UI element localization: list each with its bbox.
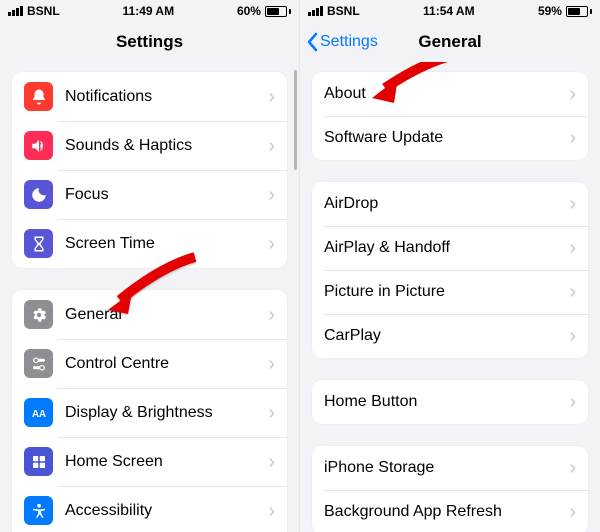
chevron-left-icon [306, 32, 318, 52]
row-airplay[interactable]: AirPlay & Handoff › [312, 226, 588, 270]
chevron-right-icon: › [569, 326, 576, 346]
hourglass-icon [24, 229, 53, 258]
chevron-right-icon: › [268, 305, 275, 325]
settings-group-2: General › Control Centre › AA Display & … [12, 290, 287, 532]
speaker-icon [24, 131, 53, 160]
settings-screen: BSNL 11:49 AM 60% Settings Notifications… [0, 0, 300, 532]
person-icon [24, 496, 53, 525]
row-background-refresh[interactable]: Background App Refresh › [312, 490, 588, 532]
carrier-label: BSNL [327, 4, 360, 18]
row-label: AirDrop [324, 195, 569, 213]
back-button[interactable]: Settings [306, 32, 378, 52]
chevron-right-icon: › [569, 392, 576, 412]
status-bar: BSNL 11:54 AM 59% [300, 0, 600, 22]
chevron-right-icon: › [268, 87, 275, 107]
settings-group-1: Notifications › Sounds & Haptics › Focus… [12, 72, 287, 268]
row-label: Focus [65, 186, 268, 204]
chevron-right-icon: › [268, 136, 275, 156]
row-label: Software Update [324, 129, 569, 147]
page-title: Settings [116, 32, 183, 52]
chevron-right-icon: › [268, 234, 275, 254]
row-label: Screen Time [65, 235, 268, 253]
svg-text:AA: AA [31, 408, 45, 419]
row-label: Control Centre [65, 355, 268, 373]
row-general[interactable]: General › [12, 290, 287, 339]
general-screen: BSNL 11:54 AM 59% Settings General About… [300, 0, 600, 532]
row-screentime[interactable]: Screen Time › [12, 219, 287, 268]
battery-pct-label: 59% [538, 4, 562, 18]
row-label: Sounds & Haptics [65, 137, 268, 155]
chevron-right-icon: › [569, 458, 576, 478]
row-label: General [65, 306, 268, 324]
row-airdrop[interactable]: AirDrop › [312, 182, 588, 226]
battery-pct-label: 60% [237, 4, 261, 18]
chevron-right-icon: › [268, 354, 275, 374]
status-bar: BSNL 11:49 AM 60% [0, 0, 299, 22]
chevron-right-icon: › [569, 282, 576, 302]
battery-icon [265, 6, 291, 17]
row-label: Display & Brightness [65, 404, 268, 422]
row-label: Home Button [324, 393, 569, 411]
row-label: AirPlay & Handoff [324, 239, 569, 257]
row-pip[interactable]: Picture in Picture › [312, 270, 588, 314]
navbar: Settings General [300, 22, 600, 62]
battery-icon [566, 6, 592, 17]
chevron-right-icon: › [268, 403, 275, 423]
scroll-indicator [294, 70, 297, 170]
row-label: Notifications [65, 88, 268, 106]
signal-icon [308, 6, 323, 16]
row-label: About [324, 85, 569, 103]
gear-icon [24, 300, 53, 329]
row-iphone-storage[interactable]: iPhone Storage › [312, 446, 588, 490]
row-label: CarPlay [324, 327, 569, 345]
settings-list[interactable]: Notifications › Sounds & Haptics › Focus… [0, 62, 299, 532]
row-display[interactable]: AA Display & Brightness › [12, 388, 287, 437]
row-label: Background App Refresh [324, 503, 569, 521]
chevron-right-icon: › [569, 84, 576, 104]
row-label: iPhone Storage [324, 459, 569, 477]
clock-label: 11:49 AM [123, 4, 175, 18]
grid-icon [24, 447, 53, 476]
row-carplay[interactable]: CarPlay › [312, 314, 588, 358]
general-group-1: About › Software Update › [312, 72, 588, 160]
moon-icon [24, 180, 53, 209]
row-home-screen[interactable]: Home Screen › [12, 437, 287, 486]
row-focus[interactable]: Focus › [12, 170, 287, 219]
aa-icon: AA [24, 398, 53, 427]
row-label: Home Screen [65, 453, 268, 471]
chevron-right-icon: › [268, 501, 275, 521]
row-label: Accessibility [65, 502, 268, 520]
carrier-label: BSNL [27, 4, 60, 18]
row-about[interactable]: About › [312, 72, 588, 116]
row-accessibility[interactable]: Accessibility › [12, 486, 287, 532]
general-group-2: AirDrop › AirPlay & Handoff › Picture in… [312, 182, 588, 358]
general-group-4: iPhone Storage › Background App Refresh … [312, 446, 588, 532]
chevron-right-icon: › [569, 194, 576, 214]
clock-label: 11:54 AM [423, 4, 475, 18]
row-notifications[interactable]: Notifications › [12, 72, 287, 121]
chevron-right-icon: › [569, 238, 576, 258]
page-title: General [418, 32, 481, 52]
switches-icon [24, 349, 53, 378]
general-group-3: Home Button › [312, 380, 588, 424]
signal-icon [8, 6, 23, 16]
row-home-button[interactable]: Home Button › [312, 380, 588, 424]
row-software-update[interactable]: Software Update › [312, 116, 588, 160]
back-label: Settings [320, 33, 378, 51]
general-list[interactable]: About › Software Update › AirDrop › AirP… [300, 62, 600, 532]
navbar: Settings [0, 22, 299, 62]
chevron-right-icon: › [268, 452, 275, 472]
row-sounds[interactable]: Sounds & Haptics › [12, 121, 287, 170]
bell-icon [24, 82, 53, 111]
row-control-centre[interactable]: Control Centre › [12, 339, 287, 388]
chevron-right-icon: › [569, 502, 576, 522]
row-label: Picture in Picture [324, 283, 569, 301]
chevron-right-icon: › [268, 185, 275, 205]
chevron-right-icon: › [569, 128, 576, 148]
